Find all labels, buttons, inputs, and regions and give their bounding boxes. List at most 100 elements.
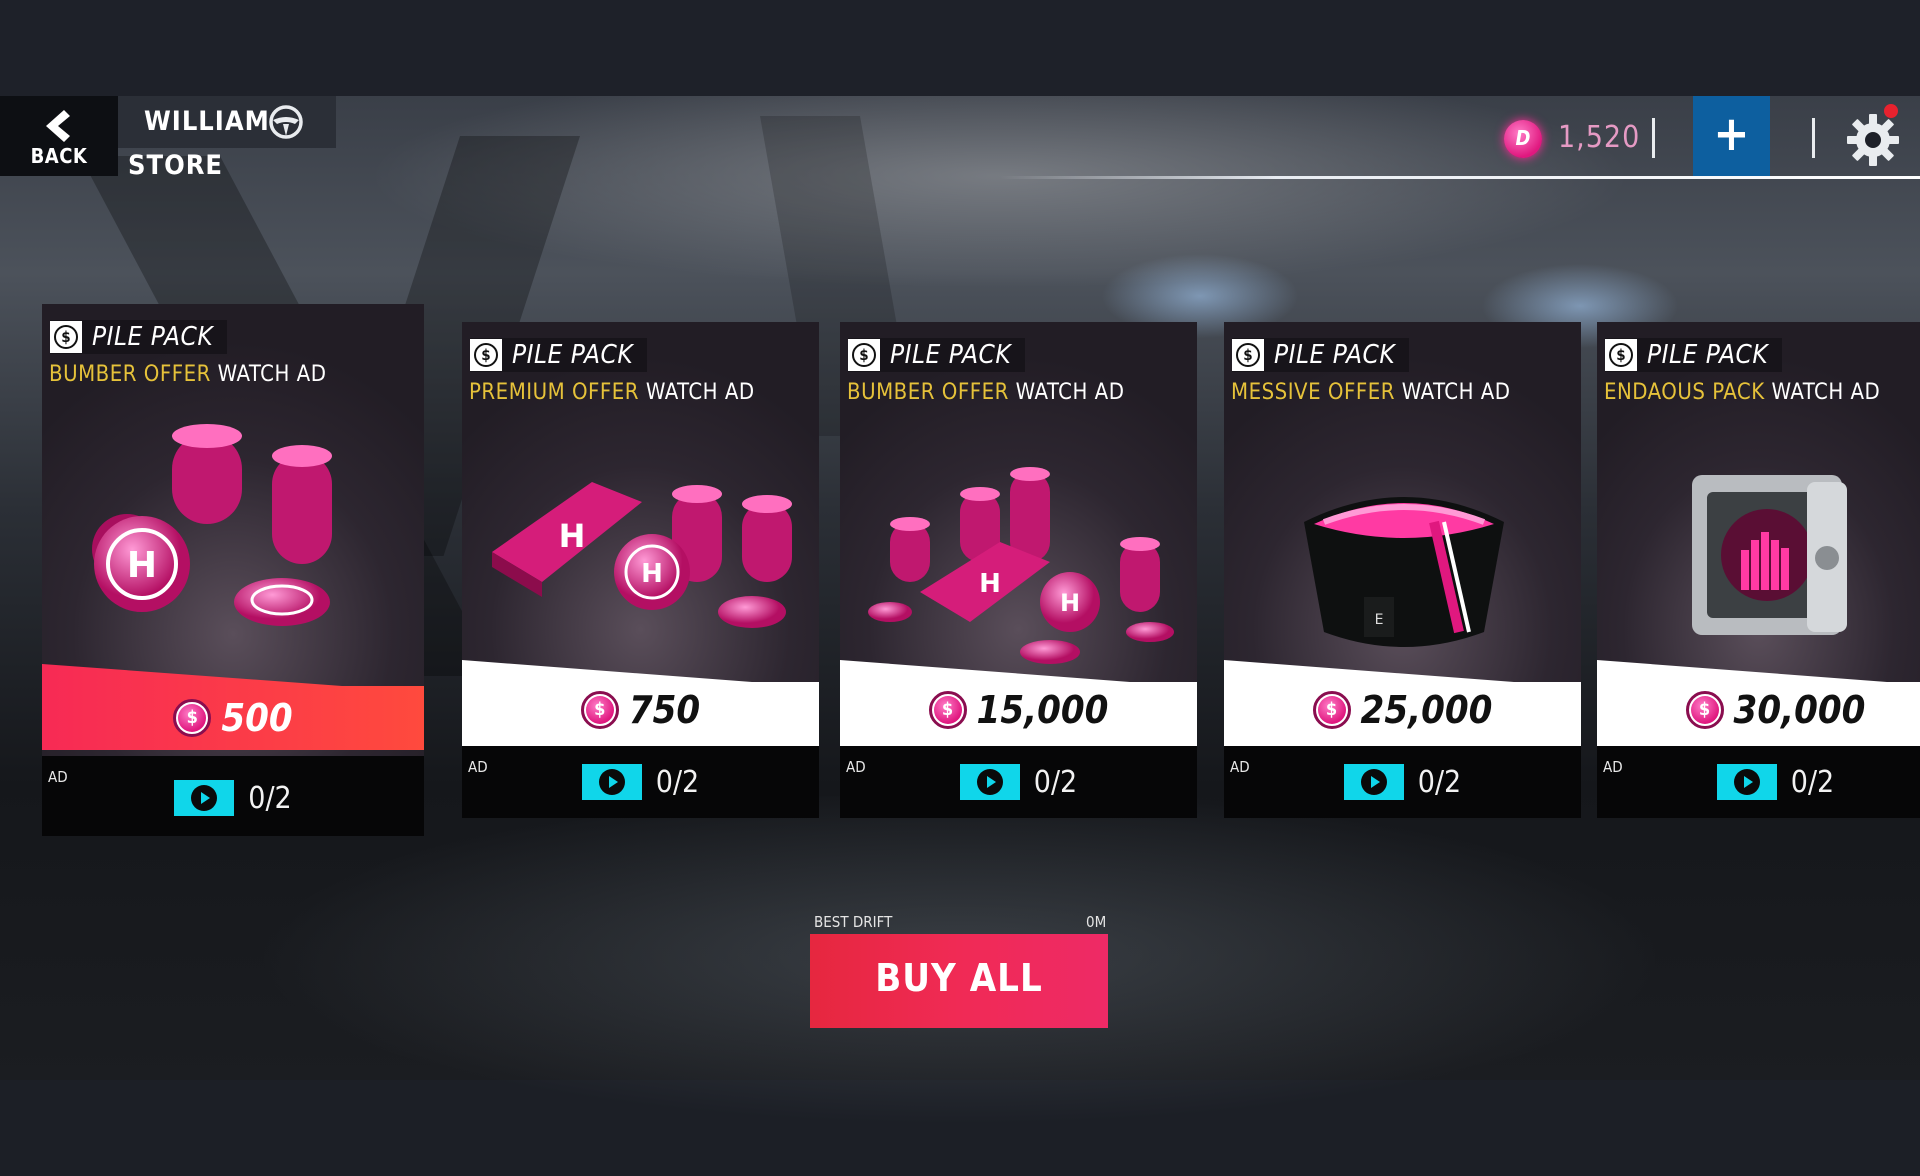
price-value: 15,000	[976, 688, 1109, 732]
currency-icon-glyph: D	[1515, 126, 1531, 150]
plus-icon: +	[1713, 106, 1750, 162]
currency-coin-icon: $	[1312, 691, 1351, 729]
header-divider-line	[1000, 176, 1920, 179]
offer-type: BUMBER OFFER	[847, 380, 1009, 405]
gear-icon[interactable]	[1845, 112, 1901, 168]
card-title-bar: $ PILE PACK	[848, 338, 1026, 372]
top-bar	[0, 0, 1920, 96]
offer-action: WATCH AD	[217, 362, 327, 387]
card-subtitle: BUMBER OFFER WATCH AD	[847, 380, 1124, 405]
dollar-coin-icon: $	[848, 339, 880, 371]
card-footer: AD 0/2	[1224, 746, 1581, 818]
play-video-icon	[1360, 769, 1387, 795]
play-video-icon	[1733, 769, 1760, 795]
card-title: PILE PACK	[92, 322, 214, 352]
svg-text:H: H	[979, 569, 1001, 599]
buy-all-button[interactable]: BUY ALL	[810, 934, 1108, 1028]
currency-coin-icon: D	[1504, 120, 1542, 158]
watch-video-button[interactable]	[581, 764, 642, 800]
card-title: PILE PACK	[512, 340, 634, 370]
ad-progress: 0/2	[248, 780, 292, 816]
svg-text:E: E	[1375, 612, 1384, 628]
price-row: $ 30,000	[1597, 688, 1920, 732]
card-title: PILE PACK	[1647, 340, 1769, 370]
watch-video-button[interactable]	[1716, 764, 1777, 800]
offer-type: ENDAOUS PACK	[1604, 380, 1765, 405]
card-title-bar: $ PILE PACK	[1605, 338, 1783, 372]
offer-card[interactable]: H H $ PILE PACK PREMIUM OFFER WATCH AD $…	[462, 322, 819, 818]
card-title-bar: $ PILE PACK	[1232, 338, 1410, 372]
player-tag: WILLIAM	[118, 96, 336, 148]
svg-text:H: H	[641, 559, 663, 589]
watch-video-button[interactable]	[1343, 764, 1404, 800]
watch-video-button[interactable]	[174, 780, 235, 816]
card-title-bar: $ PILE PACK	[50, 320, 228, 354]
currency-coin-icon: $	[928, 691, 967, 729]
watch-ad-control[interactable]: 0/2	[1224, 764, 1581, 800]
offer-card[interactable]: $ PILE PACK ENDAOUS PACK WATCH AD $ 30,0…	[1597, 322, 1920, 818]
card-title: PILE PACK	[1274, 340, 1396, 370]
price-value: 30,000	[1733, 688, 1866, 732]
duffel-bag-illustration: E	[1304, 497, 1504, 647]
currency-coin-icon: $	[1685, 691, 1724, 729]
offer-action: WATCH AD	[1401, 380, 1511, 405]
card-subtitle: PREMIUM OFFER WATCH AD	[469, 380, 755, 405]
offer-type: BUMBER OFFER	[49, 362, 211, 387]
header-separator	[1812, 118, 1815, 158]
price-row: $ 500	[42, 696, 424, 740]
card-subtitle: ENDAOUS PACK WATCH AD	[1604, 380, 1880, 405]
price-row: $ 750	[462, 688, 819, 732]
card-footer: AD 0/2	[840, 746, 1197, 818]
svg-text:H: H	[559, 517, 586, 555]
card-footer: AD 0/2	[462, 746, 819, 818]
currency-coin-icon: $	[580, 691, 619, 729]
steering-wheel-icon	[269, 105, 303, 139]
play-video-icon	[598, 769, 625, 795]
offer-card[interactable]: E $ PILE PACK MESSIVE OFFER WATCH AD $ 2…	[1224, 322, 1581, 818]
offer-action: WATCH AD	[1015, 380, 1125, 405]
coin-pile-illustration: H H	[492, 482, 792, 628]
play-video-icon	[976, 769, 1003, 795]
offer-type: MESSIVE OFFER	[1231, 380, 1395, 405]
coin-pile-illustration: H	[92, 424, 332, 626]
buy-all-label: BUY ALL	[875, 956, 1043, 1000]
card-subtitle: BUMBER OFFER WATCH AD	[49, 362, 326, 387]
offer-type: PREMIUM OFFER	[469, 380, 640, 405]
ad-progress: 0/2	[655, 764, 700, 800]
best-drift-label: BEST DRIFT	[814, 913, 893, 931]
watch-ad-control[interactable]: 0/2	[1597, 764, 1920, 800]
header-separator	[1652, 118, 1655, 158]
back-chevron-icon	[46, 110, 70, 142]
currency-balance: 1,520	[1558, 120, 1641, 155]
offer-card[interactable]: H $ PILE PACK BUMBER OFFER WATCH AD $ 50…	[42, 304, 424, 836]
add-currency-button[interactable]: +	[1693, 96, 1770, 176]
watch-ad-control[interactable]: 0/2	[462, 764, 819, 800]
dollar-coin-icon: $	[470, 339, 502, 371]
watch-ad-control[interactable]: 0/2	[840, 764, 1197, 800]
watch-ad-control[interactable]: 0/2	[42, 780, 424, 816]
card-footer: AD 0/2	[1597, 746, 1920, 818]
coin-pile-illustration: H H	[868, 467, 1174, 664]
card-title-bar: $ PILE PACK	[470, 338, 648, 372]
offer-action: WATCH AD	[645, 380, 755, 405]
back-button[interactable]: BACK	[0, 96, 118, 176]
play-video-icon	[191, 785, 218, 811]
watch-video-button[interactable]	[959, 764, 1020, 800]
ad-progress: 0/2	[1033, 764, 1078, 800]
currency-coin-icon: $	[173, 699, 212, 737]
ad-progress: 0/2	[1790, 764, 1835, 800]
screen-title: STORE	[128, 150, 224, 181]
vault-safe-illustration	[1692, 475, 1847, 635]
price-value: 750	[628, 688, 701, 732]
price-value: 25,000	[1360, 688, 1493, 732]
svg-text:H: H	[1060, 589, 1080, 617]
card-title: PILE PACK	[890, 340, 1012, 370]
dollar-coin-icon: $	[50, 321, 82, 353]
card-footer: AD 0/2	[42, 756, 424, 836]
best-drift-value: 0M	[1086, 913, 1107, 931]
notification-dot	[1884, 104, 1898, 118]
player-name: WILLIAM	[144, 106, 270, 137]
dollar-coin-icon: $	[1232, 339, 1264, 371]
dollar-coin-icon: $	[1605, 339, 1637, 371]
offer-card[interactable]: H H $ PILE PACK BUMBER OFFER WATCH AD $ …	[840, 322, 1197, 818]
